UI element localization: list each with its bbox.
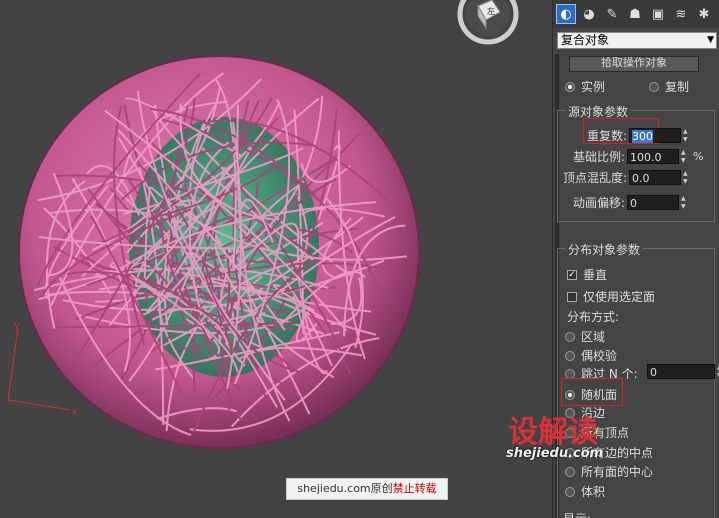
skip-n-row: 0 ▲▼ <box>645 364 719 379</box>
hierarchy-panel-icon[interactable]: ✎ <box>602 4 622 24</box>
duplicates-label: 重复数: <box>587 129 628 143</box>
duplicates-spinner[interactable]: ▲ ▼ <box>683 128 691 143</box>
base-scale-spinner[interactable]: ▲ ▼ <box>681 149 689 164</box>
watermark-text: shejiedu.com原创 <box>297 482 393 495</box>
chevron-down-icon[interactable]: ▼ <box>707 33 714 48</box>
base-scale-row: 基础比例: 100.0 ▲ ▼ % <box>573 148 704 165</box>
instance-radio[interactable]: 实例 <box>565 78 605 95</box>
radio-volume[interactable]: 体积 <box>565 483 605 500</box>
radio-all-face-centers[interactable]: 所有面的中心 <box>565 463 653 480</box>
create-panel-icon[interactable]: ◐ <box>556 4 576 24</box>
display-section-label: 显示: <box>563 510 591 518</box>
base-scale-label: 基础比例: <box>573 150 626 164</box>
perspective-viewport[interactable]: 左 y x shejiedu.com原创禁止转载 <box>0 0 552 518</box>
anim-offset-field[interactable]: 0 <box>627 195 680 210</box>
watermark-bar: shejiedu.com原创禁止转载 <box>286 478 448 500</box>
category-dropdown[interactable]: 复合对象 ▼ <box>557 32 717 49</box>
viewcube-icon[interactable]: 左 <box>456 0 520 46</box>
modify-panel-icon[interactable]: ◕ <box>579 4 599 24</box>
distribution-params-title: 分布对象参数 <box>566 241 643 258</box>
anim-offset-row: 动画偏移: 0 ▲ ▼ <box>573 194 689 211</box>
command-panel-tabs: ◐ ◕ ✎ ☗ ▣ ≋ ✱ <box>553 0 719 28</box>
base-scale-field[interactable]: 100.0 <box>627 149 680 164</box>
extra-icon[interactable]: ✱ <box>694 4 714 24</box>
vertex-chaos-spinner[interactable]: ▲ ▼ <box>683 170 691 185</box>
radio-even[interactable]: 偶校验 <box>565 347 617 364</box>
base-scale-unit: % <box>693 150 704 163</box>
perpendicular-checkbox[interactable]: ✓ 垂直 <box>567 266 607 283</box>
viewcube-label: 左 <box>487 6 495 16</box>
brand-logo: 设解读 <box>508 415 598 450</box>
duplicates-row: 重复数: 300 ▲ ▼ <box>587 127 691 144</box>
brand-url: shejiedu.com <box>506 446 604 461</box>
vertex-chaos-label: 顶点混乱度: <box>563 171 628 185</box>
skip-n-field[interactable]: 0 <box>647 364 715 379</box>
motion-panel-icon[interactable]: ☗ <box>625 4 645 24</box>
category-dropdown-value: 复合对象 <box>561 33 610 47</box>
svg-text:设解读: 设解读 <box>508 415 598 450</box>
axis-y-label: y <box>14 321 20 331</box>
distribution-method-label: 分布方式: <box>567 310 620 324</box>
utilities-panel-icon[interactable]: ≋ <box>671 4 691 24</box>
radio-random-faces[interactable]: 随机面 <box>565 386 617 403</box>
axis-tripod-icon: y x <box>7 321 78 417</box>
axis-x-label: x <box>72 407 78 417</box>
pick-operand-button[interactable]: 拾取操作对象 <box>569 56 699 72</box>
use-selected-faces-checkbox[interactable]: 仅使用选定面 <box>567 288 655 305</box>
duplicates-field[interactable]: 300 <box>629 128 682 143</box>
copy-radio[interactable]: 复制 <box>649 78 689 95</box>
anim-offset-label: 动画偏移: <box>573 196 626 210</box>
radio-area[interactable]: 区域 <box>565 328 605 345</box>
vertex-chaos-row: 顶点混乱度: 0.0 ▲ ▼ <box>563 169 691 186</box>
vertex-chaos-field[interactable]: 0.0 <box>629 170 682 185</box>
anim-offset-spinner[interactable]: ▲ ▼ <box>681 195 689 210</box>
display-panel-icon[interactable]: ▣ <box>648 4 668 24</box>
watermark-red-text: 禁止转载 <box>392 482 437 495</box>
